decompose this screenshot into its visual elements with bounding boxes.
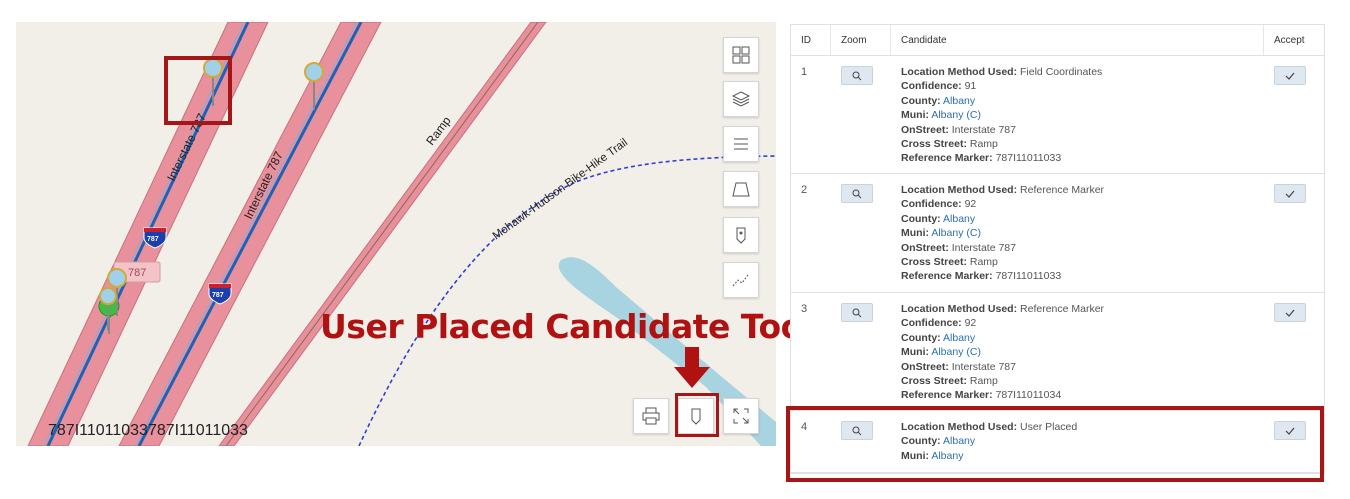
grid-tool-button[interactable]: [723, 37, 759, 73]
header-accept: Accept: [1274, 34, 1305, 46]
line-tool-button[interactable]: [723, 262, 759, 298]
shield-2-label: 787: [212, 292, 224, 299]
checkmark-icon: [1285, 72, 1295, 80]
muni-link[interactable]: Albany (C): [931, 346, 981, 358]
layers-button[interactable]: [723, 81, 759, 117]
expand-icon: [733, 408, 749, 424]
header-id: ID: [791, 25, 831, 55]
candidate-details: Location Method Used: Field Coordinates …: [901, 66, 1103, 165]
candidate-details: Location Method Used: Reference Marker C…: [901, 184, 1105, 283]
muni-link[interactable]: Albany (C): [931, 109, 981, 121]
magnifier-icon: [852, 308, 862, 317]
highlight-box-tool: [675, 393, 719, 437]
checkmark-icon: [1285, 190, 1295, 198]
highlight-box-pin: [164, 56, 232, 125]
fullscreen-button[interactable]: [723, 398, 759, 434]
arrow-down-icon: [674, 347, 710, 388]
accept-button[interactable]: [1274, 66, 1306, 85]
magnifier-icon: [852, 189, 862, 198]
polygon-icon: [732, 182, 750, 197]
place-marker-button[interactable]: [723, 217, 759, 253]
zoom-button[interactable]: [841, 66, 873, 85]
shield-1-label: 787: [147, 236, 159, 243]
county-link[interactable]: Albany: [943, 332, 975, 344]
muni-link[interactable]: Albany (C): [931, 227, 981, 239]
list-icon: [734, 138, 748, 150]
row-id: 2: [801, 184, 808, 196]
trail-label: Mohawk-Hudson Bike-Hike Trail: [491, 137, 630, 243]
accept-button[interactable]: [1274, 303, 1306, 322]
coordinates-readout: 787I11011033787I11011033: [48, 422, 248, 439]
zoom-button[interactable]: [841, 303, 873, 322]
accept-button[interactable]: [1274, 184, 1306, 203]
candidate-details: Location Method Used: Reference Marker C…: [901, 303, 1105, 402]
table-row: 1 Location Method Used: Field Coordinate…: [791, 56, 1324, 174]
map-view[interactable]: Interstate 787 Interstate 787 Ramp Mohaw…: [16, 22, 776, 446]
grid-icon: [732, 46, 750, 64]
print-button[interactable]: [633, 398, 669, 434]
line-tool-icon: [732, 274, 749, 287]
table-row: 3 Location Method Used: Reference Marker…: [791, 293, 1324, 411]
county-link[interactable]: Albany: [943, 95, 975, 107]
legend-list-button[interactable]: [723, 126, 759, 162]
tool-caption: User Placed Candidate Tool: [320, 307, 814, 346]
zoom-button[interactable]: [841, 184, 873, 203]
print-icon: [642, 407, 660, 425]
checkmark-icon: [1285, 309, 1295, 317]
map-canvas[interactable]: Interstate 787 Interstate 787 Ramp Mohaw…: [16, 22, 776, 446]
table-header: ID Zoom Candidate Accept: [791, 25, 1324, 56]
row-id: 1: [801, 66, 808, 78]
place-marker-icon: [736, 227, 746, 244]
header-candidate: Candidate: [891, 25, 1264, 55]
magnifier-icon: [852, 71, 862, 80]
table-row: 2 Location Method Used: Reference Marker…: [791, 174, 1324, 293]
layers-icon: [731, 91, 751, 107]
county-link[interactable]: Albany: [943, 213, 975, 225]
row-id: 3: [801, 303, 808, 315]
header-zoom: Zoom: [831, 25, 891, 55]
highlight-box-row-4: [786, 406, 1324, 482]
shield-3-label: 787: [128, 267, 146, 279]
polygon-tool-button[interactable]: [723, 171, 759, 207]
